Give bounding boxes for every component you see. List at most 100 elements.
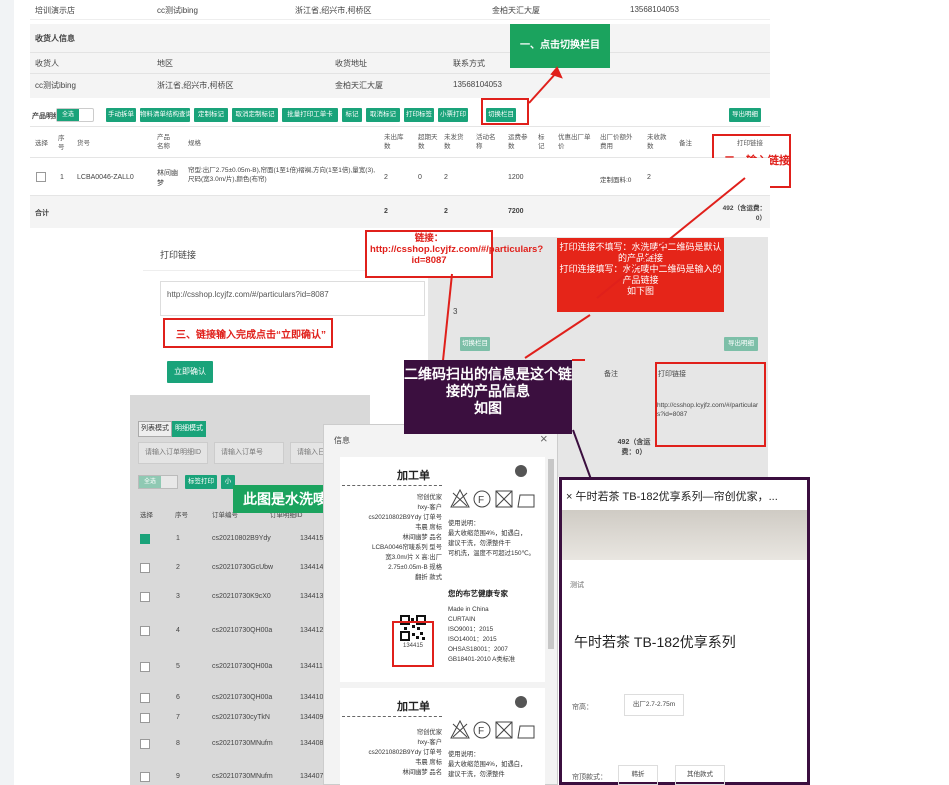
list-row-n: 9 [176,773,180,780]
logo-icon [515,465,527,477]
card-usage-line: 可机洗，温度不可超过150℃。 [448,550,535,557]
card-certs-line: OHSAS18001：2007 [448,646,508,653]
list-row-checkbox[interactable] [140,713,150,723]
wash-label-card-2: 加工单 帘创优家 hxy-客户 cs20210802B9Ydy 订单号 韦晨 席标 林间… [340,688,545,785]
product-style-option-2[interactable]: 其他款式 [675,765,725,785]
list-row-id: 134415 [300,535,324,542]
card-lines: 帘创优家 hxy-客户 cs20210802B9Ydy 订单号 韦晨 席标 林间幽梦 品… [342,493,442,583]
svg-text:F: F [478,495,484,506]
list-row-id: 134408 [300,740,324,747]
product-height-option[interactable]: 出厂2.7-2.75m [624,694,684,716]
card2-usage: 使用说明： 最大收缩范围4%，如遇白， 建议干洗，勿漂整件 [448,750,544,780]
card2-lines-line: 韦晨 席标 [415,759,442,766]
card-brand: 您的布艺健康专家 [448,589,508,598]
card-lines-line: 宽3.0m/片 X 高:出厂 [385,554,442,561]
list-row-n: 1 [176,535,180,542]
list-h-select: 选择 [140,512,153,519]
list-row-n: 5 [176,663,180,670]
card-certs-line: ISO9001：2015 [448,626,494,633]
tab-list-mode[interactable]: 列表模式 [138,421,172,437]
card-lines-line: LCBA0046帘唛系列 型号 [372,544,442,551]
list-row-id: 134414 [300,564,324,571]
list-row-order: cs20210730QH00a [212,627,273,634]
wash-label-card: 加工单 帘创优家 hxy-客户 cs20210802B9Ydy 订单号 韦晨 席标 林间… [340,457,545,682]
list-select-all[interactable]: 全选 [138,475,178,489]
card-lines-line: 2.75±0.05m-B 规格 [388,564,442,571]
list-row-id: 134409 [300,714,324,721]
card-certs-line: ISO14001：2015 [448,636,497,643]
list-row-id: 134413 [300,593,324,600]
card2-usage-line: 使用说明： [448,751,480,758]
card-title: 加工单 [397,470,430,482]
list-row-order: cs20210802B9Ydy [212,535,271,542]
card-certs-line: Made in China [448,606,489,613]
list-row-n: 2 [176,564,180,571]
list-row-n: 6 [176,694,180,701]
care-symbols-2-icon: F [450,719,535,739]
list-row-checkbox[interactable] [140,626,150,636]
product-tag: 测试 [570,582,584,589]
list-row-checkbox[interactable] [140,693,150,703]
screenshot: 培训演示店 cc测试ibing 浙江省,绍兴市,柯桥区 金柏天汇大厦 13568… [0,0,949,785]
info-scrollbar[interactable] [548,459,554,649]
card-certs-line: GB18401-2010 A类标准 [448,656,516,663]
card2-usage-line: 最大收缩范围4%，如遇白， [448,761,527,768]
list-row-checkbox[interactable] [140,662,150,672]
card-lines-line: hxy-客户 [417,504,443,511]
list-row-n: 4 [176,627,180,634]
list-row-order: cs20210730GcUbw [212,564,274,571]
list-row-checkbox[interactable] [140,739,150,749]
card-lines-line: 林间幽梦 品名 [402,534,442,541]
card-usage-line: 建议干洗，勿漂整件干 [448,540,511,547]
card-lines-line: cs20210802B9Ydy 订单号 [368,514,442,521]
list-row-order: cs20210730MNufm [212,740,273,747]
annotation-purple-note: 二维码扫出的信息是这个链接的产品信息 如图 [404,360,572,434]
list-row-n: 7 [176,714,180,721]
card2-usage-line: 建议干洗，勿漂整件 [448,771,505,778]
list-row-checkbox[interactable] [140,592,150,602]
card2-lines-line: hxy-客户 [417,739,443,746]
svg-text:F: F [478,726,484,737]
card-lines-line: 帘创优家 [416,494,442,501]
card2-lines-line: 帘创优家 [416,729,442,736]
search-order-no[interactable]: 请输入订单号 [214,442,284,464]
list-row-id: 134411 [300,663,323,670]
card2-lines-line: cs20210802B9Ydy 订单号 [368,749,442,756]
product-header: × 午时若茶 TB-182优享系列—帘创优家，... [566,491,778,503]
label-print-button[interactable]: 标签打印 [185,475,217,489]
product-style-option-1[interactable]: 韩折 [618,765,658,785]
card2-lines: 帘创优家 hxy-客户 cs20210802B9Ydy 订单号 韦晨 席标 林间幽梦 品… [342,728,442,778]
card-certs-line: CURTAIN [448,616,476,623]
list-row-order: cs20210730MNufm [212,773,273,780]
list-row-order: cs20210730QH00a [212,663,273,670]
list-row-order: cs20210730QH00a [212,694,273,701]
search-detail-id[interactable]: 请输入订单明细ID [138,442,208,464]
list-row-n: 3 [176,593,180,600]
product-image [562,510,807,560]
list-row-checkbox[interactable] [140,563,150,573]
list-row-n: 8 [176,740,180,747]
list-row-id: 134412 [300,627,324,634]
product-label-style: 帘顶款式： [572,774,607,781]
list-row-checkbox[interactable] [140,534,150,544]
card-usage: 使用说明： 最大收缩范围4%，如遇白， 建议干洗，勿漂整件干可机洗，温度不可超过15… [448,519,544,559]
list-row-checkbox[interactable] [140,772,150,782]
list-row-id: 134410 [300,694,324,701]
card2-title: 加工单 [397,701,430,713]
card-usage-line: 使用说明： [448,520,480,527]
tab-detail-mode[interactable]: 明细模式 [172,421,206,437]
list-row-order: cs20210730K9cX0 [212,593,271,600]
info-dialog: 信息 × 加工单 帘创优家 hxy-客户 cs20210802B9Ydy 订单号 韦晨… [323,424,558,785]
info-title: 信息 [334,436,350,445]
card-certs: Made in China CURTAIN ISO9001：2015 ISO14001… [448,605,544,665]
product-label-height: 帘高： [572,704,593,711]
list-row-id: 134407 [300,773,324,780]
logo2-icon [515,696,527,708]
card-lines-line: 翻折 款式 [415,574,442,581]
product-page: × 午时若茶 TB-182优享系列—帘创优家，... 测试 午时若茶 TB-18… [559,477,810,785]
card-usage-line: 最大收缩范围4%，如遇白， [448,530,527,537]
list-row-order: cs20210730cyTkN [212,714,270,721]
highlight-qr [392,621,434,667]
list-h-index: 序号 [175,512,188,519]
care-symbols-icon: F [450,488,535,508]
